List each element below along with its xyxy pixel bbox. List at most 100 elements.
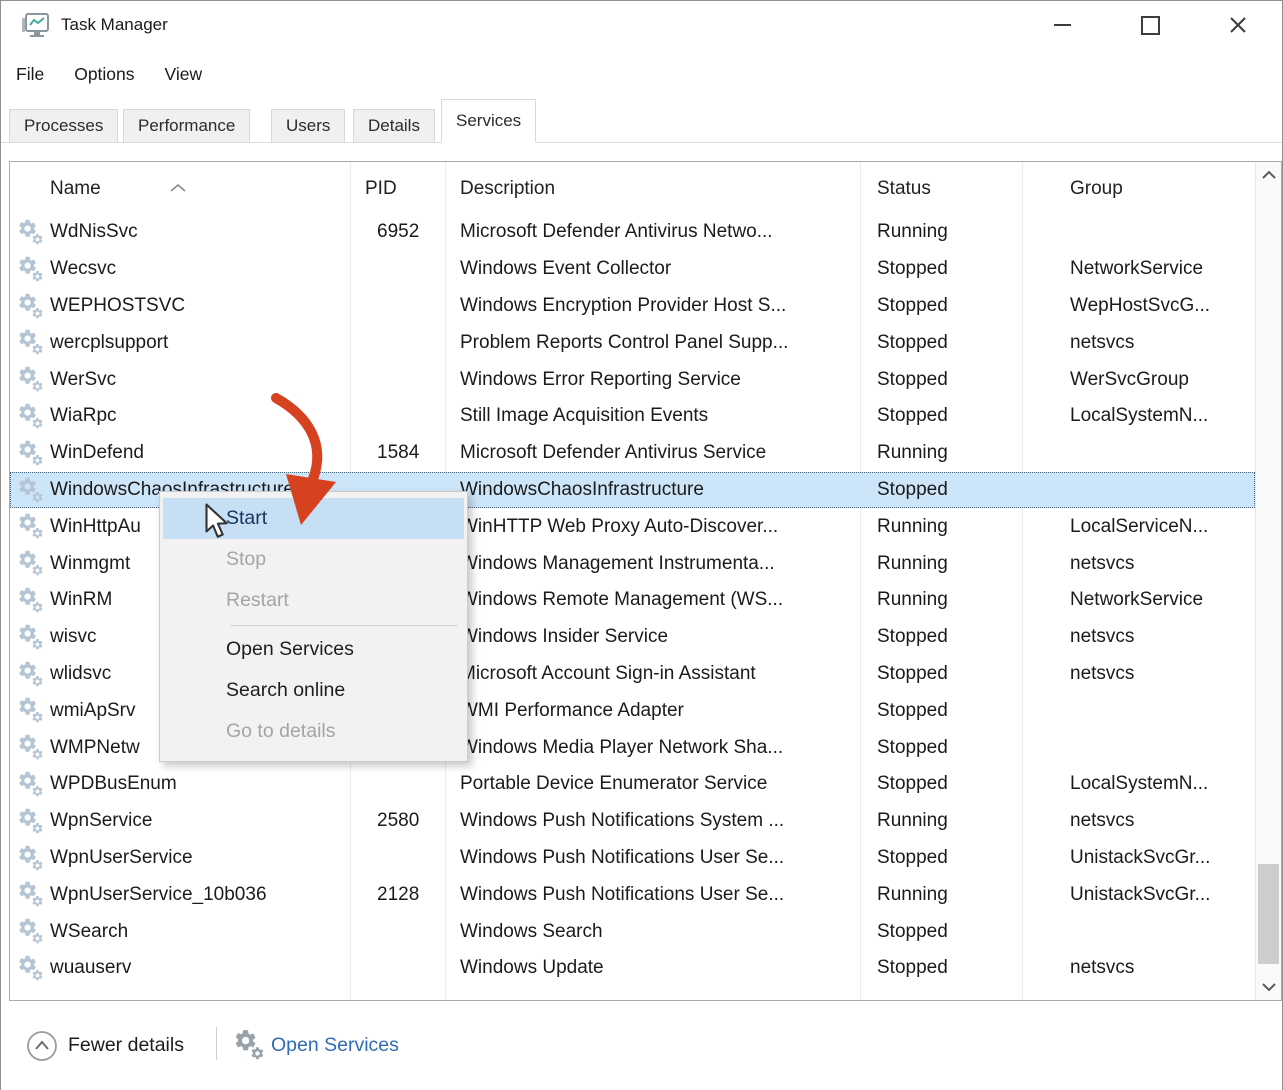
cell-status: Running: [877, 442, 948, 464]
maximize-button[interactable]: [1106, 1, 1194, 49]
tab-processes[interactable]: Processes: [9, 109, 118, 143]
service-gear-icon: [17, 255, 47, 291]
scroll-down-button[interactable]: [1256, 974, 1281, 1000]
cell-group: NetworkService: [1070, 258, 1203, 280]
open-services-link[interactable]: Open Services: [271, 1034, 399, 1057]
cell-name: WiaRpc: [50, 405, 117, 427]
fewer-details-toggle[interactable]: Fewer details: [68, 1034, 184, 1057]
context-menu-item-restart: Restart: [163, 580, 464, 621]
table-row-wuauserv[interactable]: wuauservWindows UpdateStoppednetsvcs: [10, 950, 1255, 987]
table-row-WdNisSvc[interactable]: WdNisSvc6952Microsoft Defender Antivirus…: [10, 214, 1255, 251]
gear-icon: [17, 328, 47, 358]
service-gear-icon: [17, 549, 47, 585]
close-button[interactable]: [1194, 1, 1282, 49]
cell-group: NetworkService: [1070, 589, 1203, 611]
cell-status: Stopped: [877, 663, 948, 685]
cell-group: netsvcs: [1070, 957, 1134, 979]
context-menu-item-start[interactable]: Start: [163, 498, 464, 539]
cell-group: LocalSystemN...: [1070, 773, 1208, 795]
table-row-WiaRpc[interactable]: WiaRpcStill Image Acquisition EventsStop…: [10, 398, 1255, 435]
context-menu-item-open-services[interactable]: Open Services: [163, 629, 464, 670]
column-header-group[interactable]: Group: [1070, 178, 1123, 200]
minimize-button[interactable]: [1018, 1, 1106, 49]
footer-bar: Fewer details Open Services: [1, 1002, 1282, 1090]
service-gear-icon: [17, 954, 47, 990]
tab-performance[interactable]: Performance: [123, 109, 250, 143]
service-gear-icon: [17, 660, 47, 696]
table-row-WpnService[interactable]: WpnService 2580 Windows Push Notifications…: [10, 803, 1255, 840]
cell-group: netsvcs: [1070, 332, 1134, 354]
menu-view[interactable]: View: [150, 64, 218, 85]
cell-description: Windows Remote Management (WS...: [460, 589, 783, 611]
gear-icon: [17, 218, 47, 248]
cell-status: Stopped: [877, 847, 948, 869]
cell-name: WinDefend: [50, 442, 144, 464]
sort-ascending-icon: [168, 178, 188, 200]
tab-services[interactable]: Services: [441, 99, 536, 143]
cell-name: WerSvc: [50, 369, 116, 391]
column-header-status[interactable]: Status: [877, 178, 931, 200]
table-row-WSearch[interactable]: WSearchWindows SearchStopped: [10, 913, 1255, 950]
service-gear-icon: [17, 365, 47, 401]
cell-group: netsvcs: [1070, 663, 1134, 685]
cell-description: Portable Device Enumerator Service: [460, 773, 767, 795]
table-row-Wecsvc[interactable]: WecsvcWindows Event CollectorStoppedNetw…: [10, 251, 1255, 288]
service-gear-icon: [17, 880, 47, 916]
cell-description: Microsoft Defender Antivirus Netwo...: [460, 221, 773, 243]
context-menu-item-search-online[interactable]: Search online: [163, 670, 464, 711]
maximize-icon: [1141, 16, 1160, 35]
service-gear-icon: [17, 328, 47, 364]
footer-divider: [216, 1027, 217, 1060]
table-row-WpnUserService_10b036[interactable]: WpnUserService_10b0362128Windows Push No…: [10, 876, 1255, 913]
vertical-scrollbar[interactable]: [1255, 162, 1281, 1000]
context-menu: StartStopRestartOpen ServicesSearch onli…: [159, 491, 468, 762]
table-row-WpnUserService[interactable]: WpnUserServiceWindows Push Notifications…: [10, 840, 1255, 877]
cell-description: Microsoft Defender Antivirus Service: [460, 442, 766, 464]
cell-description: WindowsChaosInfrastructure: [460, 479, 704, 501]
service-gear-icon: [17, 807, 47, 843]
cell-description: Windows Push Notifications User Se...: [460, 884, 784, 906]
gear-icon: [17, 512, 47, 542]
column-header-pid[interactable]: PID: [365, 178, 397, 200]
minimize-icon: [1054, 24, 1071, 26]
tab-strip: ProcessesPerformance UsersDetailsServices: [1, 96, 1282, 143]
title-bar: Task Manager: [1, 1, 1282, 49]
menu-options[interactable]: Options: [59, 64, 149, 85]
table-row-wercplsupport[interactable]: wercplsupportProblem Reports Control Pan…: [10, 324, 1255, 361]
cell-pid: 2580: [377, 810, 419, 832]
service-gear-icon: [17, 218, 47, 254]
context-menu-item-go-to-details: Go to details: [163, 711, 464, 752]
cell-name: wlidsvc: [50, 663, 111, 685]
scrollbar-thumb[interactable]: [1258, 864, 1279, 964]
cell-status: Stopped: [877, 737, 948, 759]
gear-icon: [17, 549, 47, 579]
chevron-down-icon: [1261, 982, 1277, 992]
close-icon: [1229, 16, 1247, 34]
column-header-name[interactable]: Name: [50, 178, 101, 200]
cell-name: wisvc: [50, 626, 96, 648]
cell-description: Windows Push Notifications System ...: [460, 810, 784, 832]
table-row-WinDefend[interactable]: WinDefend1584Microsoft Defender Antiviru…: [10, 435, 1255, 472]
chevron-up-circle-icon: [26, 1030, 58, 1067]
cell-status: Stopped: [877, 921, 948, 943]
menu-file[interactable]: File: [1, 64, 59, 85]
column-header-description[interactable]: Description: [460, 178, 555, 200]
cell-description: Windows Update: [460, 957, 604, 979]
cell-description: Windows Push Notifications User Se...: [460, 847, 784, 869]
tab-details[interactable]: Details: [353, 109, 435, 143]
cell-description: Windows Encryption Provider Host S...: [460, 295, 786, 317]
table-row-WerSvc[interactable]: WerSvcWindows Error Reporting ServiceSto…: [10, 361, 1255, 398]
gear-icon: [17, 696, 47, 726]
cell-name: WpnService: [50, 810, 152, 832]
menu-bar: FileOptionsView: [1, 53, 1282, 95]
service-gear-icon: [17, 623, 47, 659]
table-row-WPDBusEnum[interactable]: WPDBusEnumPortable Device Enumerator Ser…: [10, 766, 1255, 803]
service-gear-icon: [17, 292, 47, 328]
cell-description: Windows Error Reporting Service: [460, 369, 741, 391]
table-row-WEPHOSTSVC[interactable]: WEPHOSTSVCWindows Encryption Provider Ho…: [10, 288, 1255, 325]
gear-icon: [17, 586, 47, 616]
cell-status: Stopped: [877, 332, 948, 354]
scroll-up-button[interactable]: [1256, 162, 1281, 188]
cell-status: Running: [877, 589, 948, 611]
tab-users[interactable]: Users: [271, 109, 345, 143]
